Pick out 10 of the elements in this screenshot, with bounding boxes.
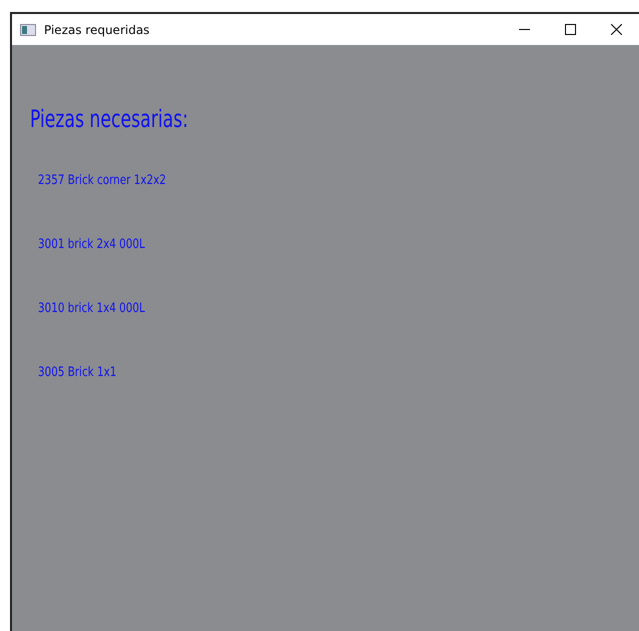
minimize-icon: [518, 29, 530, 30]
piece-label: 3001 brick 2x4 000L: [38, 237, 145, 252]
piece-label: 2357 Brick corner 1x2x2: [38, 173, 166, 188]
piece-label: 3005 Brick 1x1: [38, 365, 117, 380]
close-icon: [610, 24, 622, 35]
window-title: Piezas requeridas: [44, 22, 151, 36]
piece-label: 3010 brick 1x4 000L: [38, 301, 145, 316]
app-icon: [20, 24, 36, 36]
maximize-icon: [564, 24, 576, 35]
heading: Piezas necesarias:: [30, 105, 190, 133]
